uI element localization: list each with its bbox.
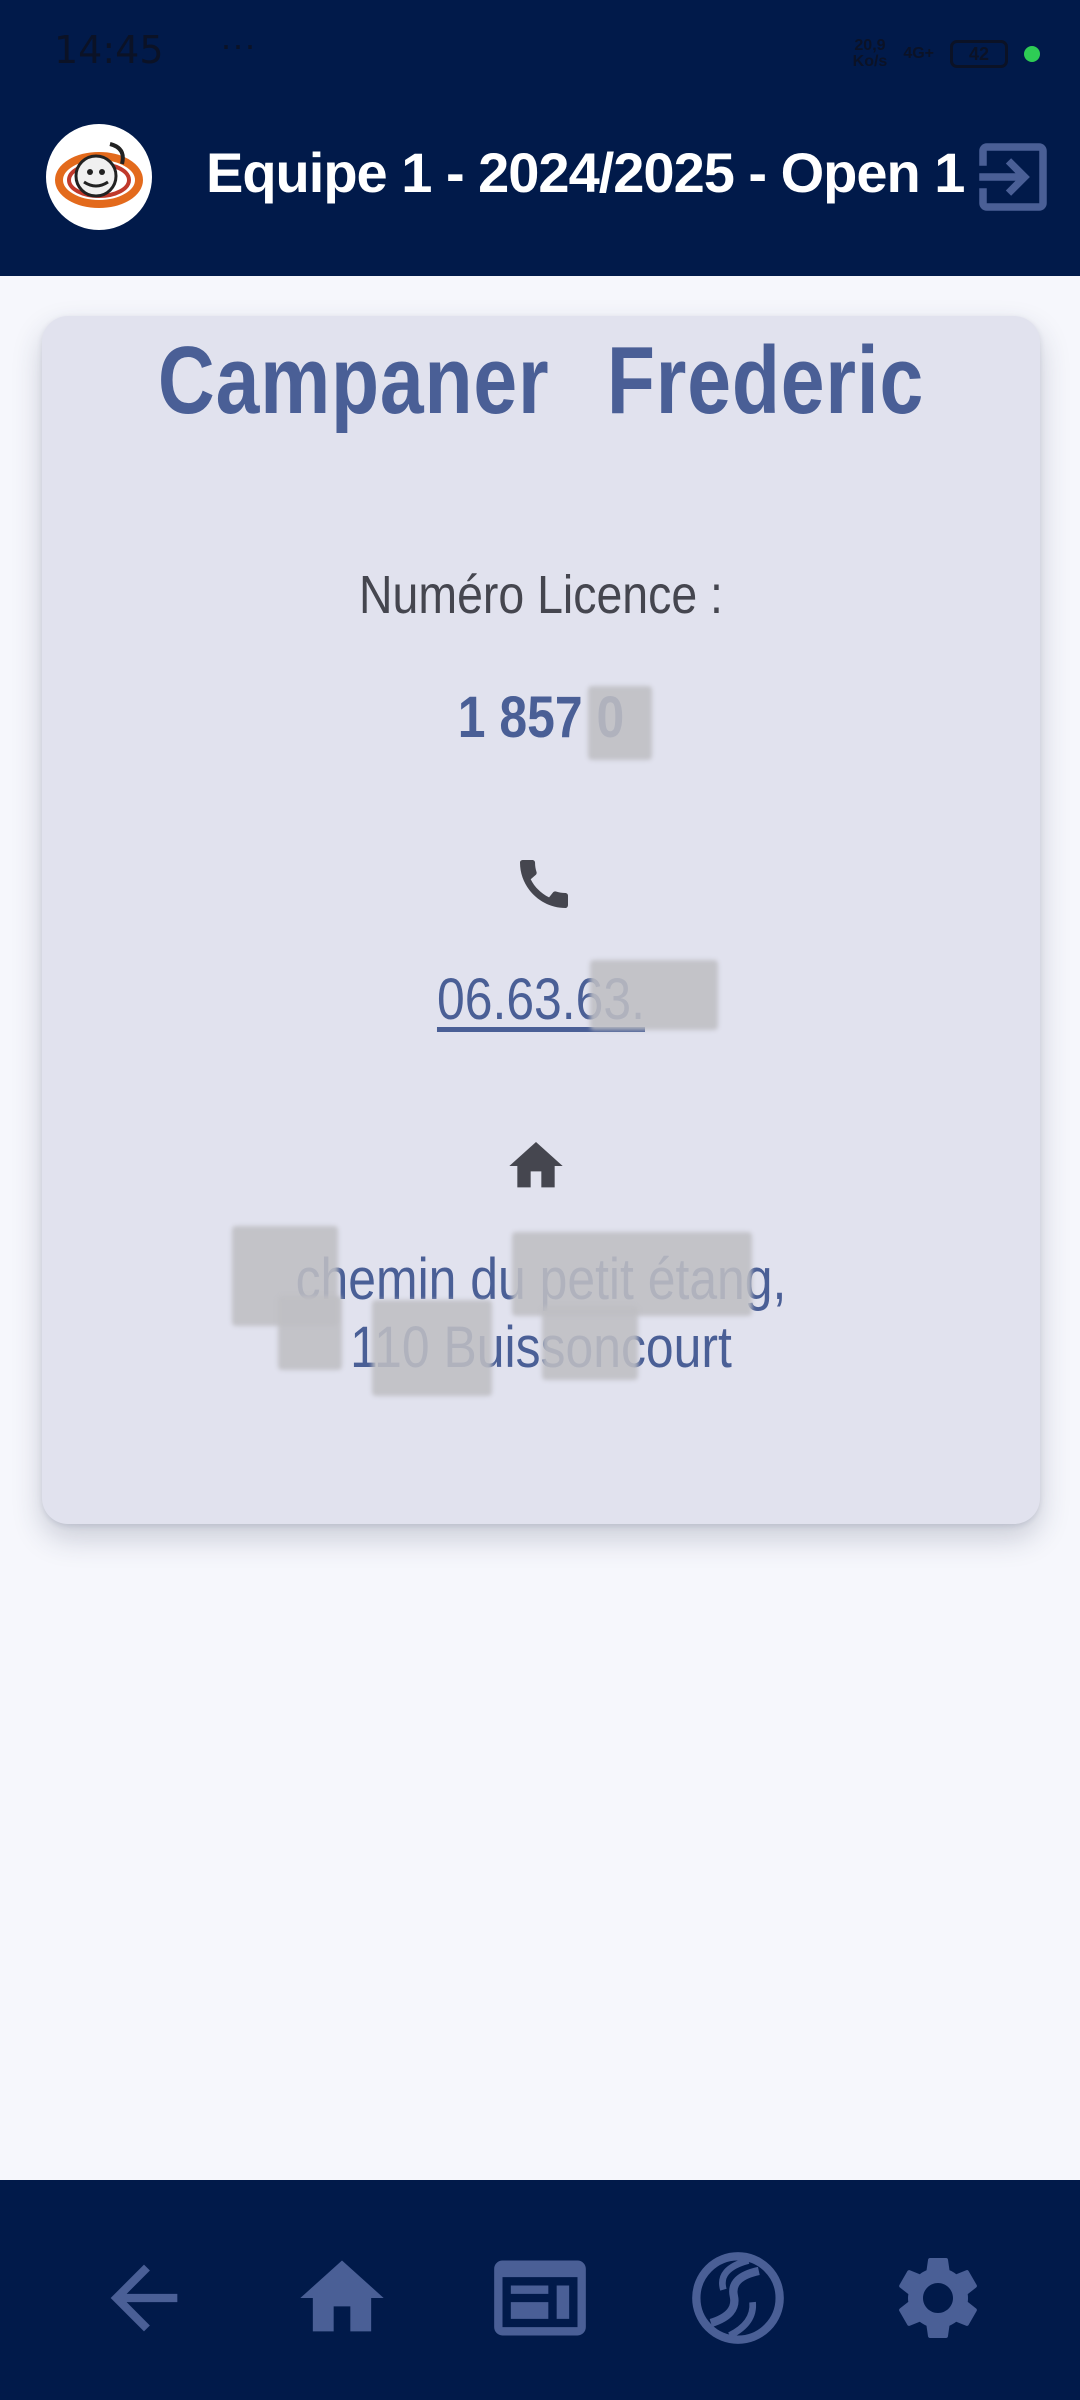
dashboard-icon [494,2260,586,2336]
player-last-name: Campaner [157,327,550,434]
player-name: Campaner Frederic [132,326,950,436]
phone-link[interactable]: 06.63.63. [112,966,970,1033]
screen: 14:45 ··· 20,9 Ko/s 4G+ 42 Equipe 1 - 20… [0,0,1080,2400]
back-button[interactable] [94,2248,194,2348]
redaction [542,1306,638,1380]
licence-number: 1 857 0 [457,685,625,750]
player-first-name: Frederic [606,327,925,434]
logout-button[interactable] [968,132,1058,222]
licence-label: Numéro Licence : [359,565,723,625]
bottom-nav [0,2180,1080,2400]
status-time: 14:45 [54,28,164,72]
phone-icon [520,860,568,908]
status-bar: 14:45 ··· 20,9 Ko/s 4G+ 42 [0,0,1080,106]
settings-nav-button[interactable] [888,2248,988,2348]
logout-icon [979,143,1047,211]
home-nav-button[interactable] [292,2248,392,2348]
net-speed-unit: Ko/s [852,53,888,70]
redaction [512,1232,752,1316]
player-card: Campaner Frederic Numéro Licence : 1 857 … [42,316,1040,1524]
redaction [372,1300,492,1396]
status-more-icon: ··· [220,24,256,65]
dashboard-nav-button[interactable] [490,2248,590,2348]
redaction [278,1296,342,1370]
home-icon [509,1142,563,1188]
privacy-dot-icon [1024,46,1040,62]
home-icon [300,2260,384,2332]
settings-icon [899,2258,977,2338]
page-title: Equipe 1 - 2024/2025 - Open 1 [206,141,965,204]
battery-icon: 42 [950,40,1008,68]
net-speed: 20,9 Ko/s [853,38,888,70]
status-indicators: 20,9 Ko/s 4G+ 42 [853,34,1040,74]
back-arrow-icon [110,2264,178,2332]
club-logo-icon [47,125,151,229]
sports-nav-button[interactable] [688,2248,788,2348]
club-logo[interactable] [46,124,152,230]
app-bar: Equipe 1 - 2024/2025 - Open 1 [0,106,1080,276]
net-speed-value: 20,9 [854,37,886,54]
redaction [588,686,652,760]
network-type: 4G+ [903,45,934,62]
sports-icon [692,2252,784,2344]
redaction [590,960,718,1030]
